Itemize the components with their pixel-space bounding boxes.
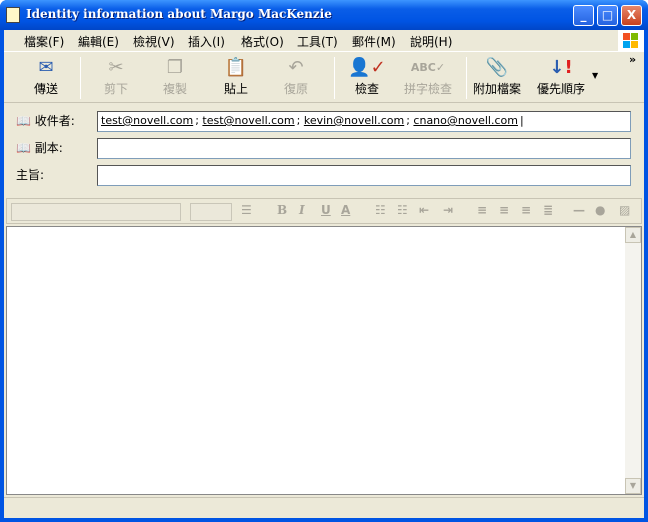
- format-toolbar: ☰ B I U A ☷ ☷ ⇤ ⇥ ≡ ≡ ≡ ≣ — ● ▨: [6, 198, 642, 224]
- insert-picture-icon[interactable]: ▨: [619, 203, 630, 217]
- subject-label: 主旨:: [16, 168, 45, 182]
- spelling-icon: ABC✓: [410, 61, 446, 74]
- close-button[interactable]: X: [621, 5, 642, 26]
- copy-icon: ❐: [166, 57, 184, 78]
- priority-button[interactable]: ↓! 優先順序: [530, 56, 592, 100]
- menu-bar: 檔案(F) 編輯(E) 檢視(V) 插入(I) 格式(O) 工具(T) 郵件(M…: [4, 30, 644, 52]
- cut-button[interactable]: ✂ 剪下: [86, 56, 146, 100]
- menu-format[interactable]: 格式(O): [241, 33, 284, 50]
- align-center-icon[interactable]: ≡: [499, 203, 509, 217]
- title-bar[interactable]: Identity information about Margo MacKenz…: [0, 0, 648, 30]
- menu-help[interactable]: 說明(H): [410, 33, 452, 50]
- to-field[interactable]: test@novell.com; test@novell.com; kevin@…: [97, 111, 631, 132]
- align-left-icon[interactable]: ≡: [477, 203, 487, 217]
- check-names-button[interactable]: 👤✓ 檢查: [337, 56, 397, 100]
- priority-icon: ↓!: [549, 57, 573, 78]
- justify-icon[interactable]: ≣: [543, 203, 553, 217]
- send-button[interactable]: ✉ 傳送: [16, 56, 76, 100]
- scroll-down-button[interactable]: ▼: [625, 478, 641, 494]
- align-right-icon[interactable]: ≡: [521, 203, 531, 217]
- cc-label[interactable]: 📖 副本:: [16, 139, 63, 156]
- minimize-button[interactable]: _: [573, 5, 594, 26]
- horizontal-line-icon[interactable]: —: [573, 203, 585, 217]
- increase-indent-icon[interactable]: ⇥: [443, 203, 453, 217]
- paperclip-icon: 📎: [485, 57, 509, 78]
- attach-button[interactable]: 📎 附加檔案: [468, 56, 526, 100]
- undo-button[interactable]: ↶ 復原: [266, 56, 326, 100]
- scroll-up-button[interactable]: ▲: [625, 227, 641, 243]
- font-color-icon[interactable]: A: [341, 203, 350, 217]
- maximize-button[interactable]: □: [597, 5, 618, 26]
- compose-window: Identity information about Margo MacKenz…: [0, 0, 648, 522]
- paragraph-style-icon[interactable]: ☰: [241, 203, 252, 217]
- decrease-indent-icon[interactable]: ⇤: [419, 203, 429, 217]
- bold-icon[interactable]: B: [277, 203, 287, 217]
- toolbar: ✉ 傳送 ✂ 剪下 ❐ 複製 📋 貼上 ↶ 復原 👤✓ 檢查 ABC✓ 拼字檢查 📎 附加檔案 …: [4, 53, 644, 103]
- priority-dropdown-icon[interactable]: ▼: [592, 71, 598, 80]
- bullet-list-icon[interactable]: ☷: [397, 203, 408, 217]
- menu-edit[interactable]: 編輯(E): [78, 33, 119, 50]
- copy-button[interactable]: ❐ 複製: [145, 56, 205, 100]
- scissors-icon: ✂: [108, 57, 124, 78]
- font-size-select[interactable]: [190, 203, 232, 221]
- cc-field[interactable]: [97, 138, 631, 159]
- toolbar-overflow-button[interactable]: »: [629, 53, 636, 66]
- hyperlink-icon[interactable]: ●: [595, 203, 605, 217]
- menu-file[interactable]: 檔案(F): [24, 33, 64, 50]
- numbered-list-icon[interactable]: ☷: [375, 203, 386, 217]
- undo-icon: ↶: [288, 57, 304, 78]
- check-names-icon: 👤✓: [348, 57, 386, 78]
- window-title: Identity information about Margo MacKenz…: [26, 7, 332, 21]
- clipboard-icon: 📋: [224, 57, 248, 78]
- send-icon: ✉: [38, 57, 54, 78]
- menu-message[interactable]: 郵件(M): [352, 33, 396, 50]
- subject-field[interactable]: [97, 165, 631, 186]
- italic-icon[interactable]: I: [299, 203, 305, 217]
- paste-button[interactable]: 📋 貼上: [206, 56, 266, 100]
- menu-tools[interactable]: 工具(T): [297, 33, 338, 50]
- status-bar: [4, 497, 644, 518]
- underline-icon[interactable]: U: [321, 203, 331, 217]
- menu-insert[interactable]: 插入(I): [188, 33, 225, 50]
- windows-logo-icon: [618, 30, 644, 52]
- vertical-scrollbar[interactable]: ▲ ▼: [625, 227, 641, 494]
- to-label[interactable]: 📖 收件者:: [16, 112, 75, 129]
- message-icon: [6, 7, 20, 23]
- spelling-button[interactable]: ABC✓ 拼字檢查: [396, 56, 460, 100]
- menu-view[interactable]: 檢視(V): [133, 33, 175, 50]
- font-select[interactable]: [11, 203, 181, 221]
- message-body[interactable]: ▲ ▼: [6, 226, 642, 495]
